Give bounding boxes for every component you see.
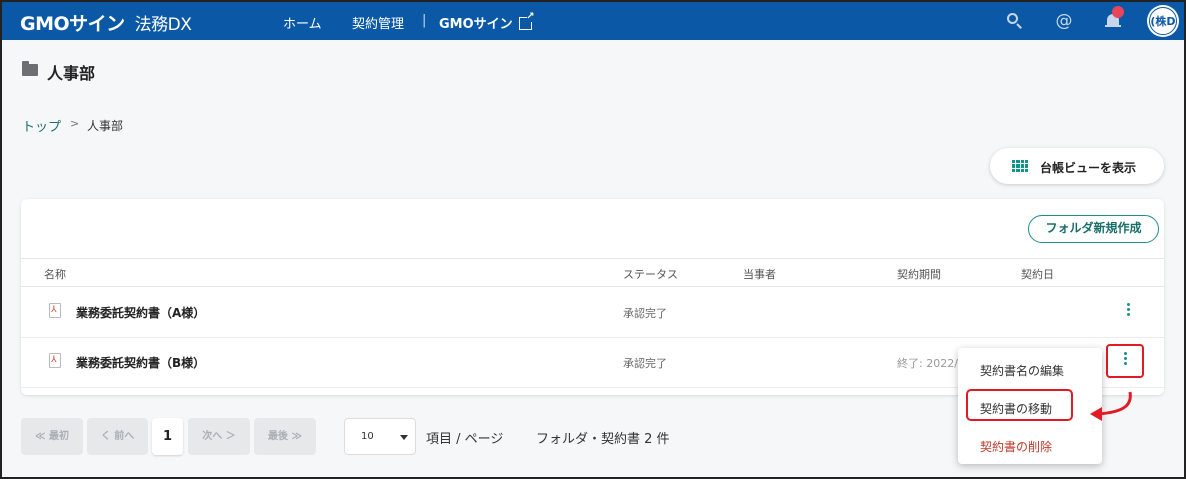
new-folder-button[interactable]: フォルダ新規作成 bbox=[1028, 215, 1159, 243]
pager-first-button[interactable]: ≪ 最初 bbox=[21, 418, 83, 455]
nav-gmo-sign-label: GMOサイン bbox=[439, 17, 513, 32]
ledger-view-button[interactable]: 台帳ビューを表示 bbox=[990, 148, 1164, 184]
table-header: 名称 ステータス 当事者 契約期間 契約日 bbox=[21, 258, 1164, 287]
app-window: GMOサイン法務DX ホーム 契約管理 | GMOサイン @ (株D 人事部 ト… bbox=[2, 2, 1184, 477]
nav-separator: | bbox=[422, 13, 427, 28]
notification-bell-icon[interactable] bbox=[1103, 6, 1124, 31]
logo-brand: GMOサイン bbox=[20, 13, 125, 35]
column-header-party[interactable]: 当事者 bbox=[743, 266, 776, 282]
notification-badge bbox=[1112, 6, 1124, 18]
mention-icon[interactable]: @ bbox=[1054, 11, 1074, 31]
grid-icon bbox=[1012, 160, 1028, 172]
breadcrumb-separator: > bbox=[70, 117, 80, 130]
pager-last-button[interactable]: 最後 ≫ bbox=[254, 418, 316, 455]
nav-gmo-sign-link[interactable]: GMOサイン bbox=[439, 11, 535, 32]
menu-item-move[interactable]: 契約書の移動 bbox=[980, 400, 1052, 417]
top-navigation-bar: GMOサイン法務DX ホーム 契約管理 | GMOサイン @ (株D bbox=[2, 2, 1184, 40]
menu-item-delete[interactable]: 契約書の削除 bbox=[980, 438, 1052, 455]
logo-service: 法務DX bbox=[134, 15, 192, 35]
pager-current-page[interactable]: 1 bbox=[152, 418, 183, 455]
per-page-value: 10 bbox=[361, 431, 374, 442]
page-title: 人事部 bbox=[47, 64, 96, 83]
caret-down-icon bbox=[400, 435, 408, 440]
more-options-icon[interactable] bbox=[1122, 301, 1134, 323]
menu-item-edit-name[interactable]: 契約書名の編集 bbox=[980, 362, 1064, 379]
folder-icon bbox=[22, 61, 38, 76]
app-logo[interactable]: GMOサイン 法務DX bbox=[20, 9, 192, 36]
breadcrumb-current: 人事部 bbox=[87, 119, 124, 133]
column-header-name[interactable]: 名称 bbox=[44, 266, 66, 282]
pdf-file-icon bbox=[49, 353, 61, 368]
status-text: 承認完了 bbox=[623, 307, 667, 320]
breadcrumb-top-link[interactable]: トップ bbox=[22, 116, 61, 135]
per-page-select[interactable]: 10 bbox=[344, 418, 416, 455]
nav-contract-link[interactable]: 契約管理 bbox=[352, 13, 404, 32]
document-name[interactable]: 業務委託契約書（A様） bbox=[76, 304, 205, 321]
pdf-file-icon bbox=[49, 303, 61, 318]
column-header-period[interactable]: 契約期間 bbox=[897, 266, 941, 282]
search-icon[interactable] bbox=[1005, 11, 1025, 31]
more-options-icon[interactable] bbox=[1106, 344, 1144, 378]
pager-next-button[interactable]: 次へ ＞ bbox=[188, 418, 250, 455]
nav-home-link[interactable]: ホーム bbox=[283, 13, 322, 32]
annotation-arrow-icon bbox=[1090, 391, 1132, 421]
user-avatar[interactable]: (株D bbox=[1149, 7, 1177, 35]
pager-prev-button[interactable]: く 前へ bbox=[87, 418, 148, 455]
external-link-icon bbox=[518, 11, 535, 30]
column-header-status[interactable]: ステータス bbox=[623, 266, 678, 282]
contract-period-text: 終了: 2022/ bbox=[897, 357, 958, 370]
table-row[interactable]: 業務委託契約書（A様） 承認完了 bbox=[21, 288, 1164, 338]
column-header-date[interactable]: 契約日 bbox=[1021, 266, 1054, 282]
per-page-label: 項目 / ページ bbox=[426, 432, 504, 447]
document-name[interactable]: 業務委託契約書（B様） bbox=[76, 354, 205, 371]
status-text: 承認完了 bbox=[623, 357, 667, 370]
ledger-view-label: 台帳ビューを表示 bbox=[1040, 161, 1137, 175]
item-count-label: フォルダ・契約書 2 件 bbox=[536, 432, 670, 447]
